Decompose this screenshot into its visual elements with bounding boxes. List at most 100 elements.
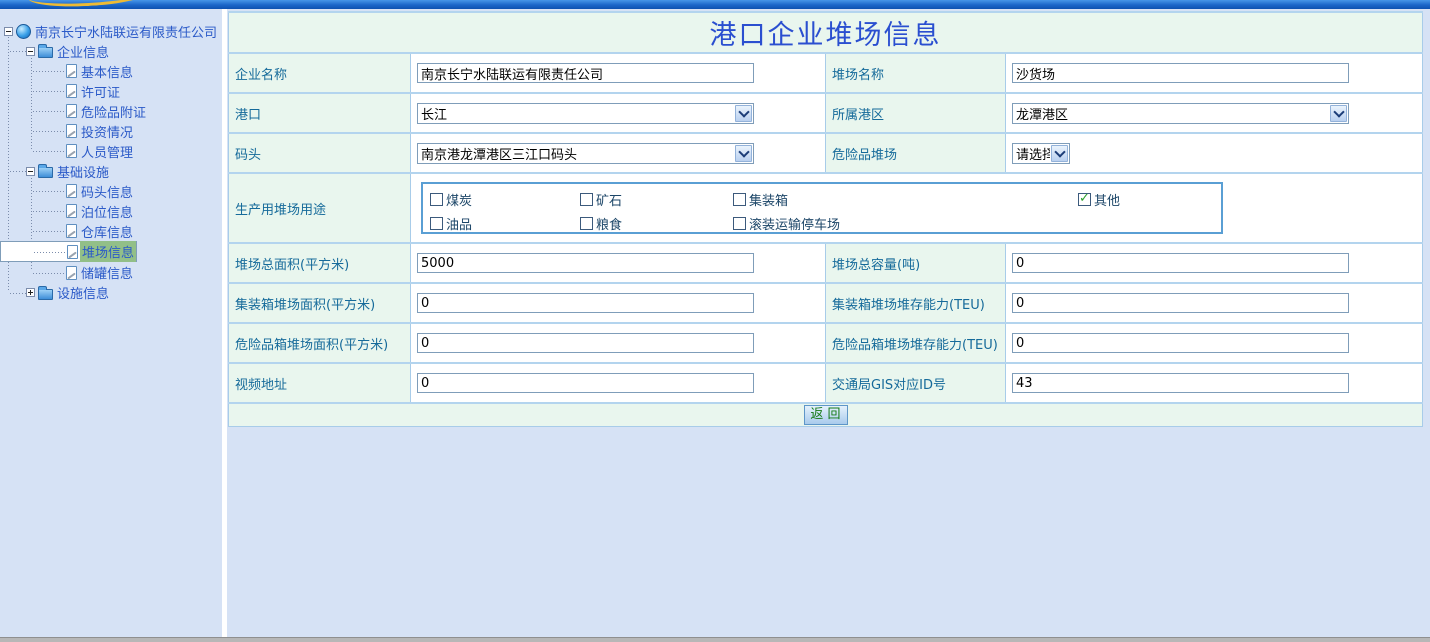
checkbox-label: 油品	[446, 214, 472, 233]
sidebar-item-enterprise-info[interactable]: 企业信息	[0, 41, 222, 61]
page-icon	[66, 266, 77, 280]
usage-option-roro-parking[interactable]: 滚装运输停车场	[733, 214, 840, 233]
checkbox-icon[interactable]	[733, 193, 746, 206]
tree-item-label: 码头信息	[79, 181, 135, 202]
page-icon	[66, 204, 77, 218]
sidebar-item-company-root[interactable]: 南京长宁水陆联运有限责任公司	[0, 21, 222, 41]
port-select[interactable]: 长江	[417, 103, 754, 124]
checkbox-icon[interactable]	[580, 193, 593, 206]
dangerous-area-field[interactable]	[417, 333, 754, 353]
main-content: 港口企业堆场信息 企业名称 堆场名称 港口 长江 所属港区 龙潭港区	[227, 9, 1430, 637]
expand-icon[interactable]	[26, 288, 35, 297]
checkbox-label: 矿石	[596, 190, 622, 209]
gis-id-field[interactable]	[1012, 373, 1349, 393]
yard-name-field[interactable]	[1012, 63, 1349, 83]
page-icon	[66, 224, 77, 238]
field-label: 堆场总容量(吨)	[826, 243, 1006, 283]
tree-item-label: 设施信息	[55, 282, 111, 303]
usage-option-oil[interactable]: 油品	[430, 214, 472, 233]
checkbox-icon[interactable]	[430, 193, 443, 206]
page-icon	[66, 104, 77, 118]
checkbox-label: 集装箱	[749, 190, 788, 209]
bottom-frame-edge	[0, 637, 1430, 642]
checkbox-label: 其他	[1094, 190, 1120, 209]
sidebar-item-warehouse-info[interactable]: 仓库信息	[0, 221, 222, 241]
top-banner	[0, 0, 1430, 9]
tree-item-label: 泊位信息	[79, 201, 135, 222]
checkbox-icon[interactable]	[580, 217, 593, 230]
page-icon	[66, 144, 77, 158]
chevron-down-icon[interactable]	[735, 145, 752, 162]
selected-value: 南京港龙潭港区三江口码头	[418, 144, 734, 163]
field-label: 集装箱堆场面积(平方米)	[229, 283, 411, 323]
chevron-down-icon[interactable]	[1330, 105, 1347, 122]
field-label: 所属港区	[826, 93, 1006, 133]
total-area-field[interactable]	[417, 253, 754, 273]
navigation-tree: 南京长宁水陆联运有限责任公司 企业信息 基本信息 许可证 危险品附证 投资情况 …	[0, 9, 222, 637]
sidebar-item-dock-info[interactable]: 码头信息	[0, 181, 222, 201]
tree-item-label: 仓库信息	[79, 221, 135, 242]
page-icon	[67, 245, 78, 259]
usage-option-other[interactable]: 其他	[1078, 190, 1120, 209]
tree-item-label: 基础设施	[55, 161, 111, 182]
field-label: 危险品箱堆场面积(平方米)	[229, 323, 411, 363]
total-capacity-field[interactable]	[1012, 253, 1349, 273]
collapse-icon[interactable]	[26, 167, 35, 176]
selected-value: 长江	[418, 104, 734, 123]
dangerous-yard-select[interactable]: 请选择	[1012, 143, 1070, 164]
tree-item-label: 企业信息	[55, 41, 111, 62]
tree-item-label: 投资情况	[79, 121, 135, 142]
tree-item-label: 南京长宁水陆联运有限责任公司	[33, 21, 219, 42]
checkbox-label: 滚装运输停车场	[749, 214, 840, 233]
chevron-down-icon[interactable]	[735, 105, 752, 122]
sidebar-item-infrastructure[interactable]: 基础设施	[0, 161, 222, 181]
dock-select[interactable]: 南京港龙潭港区三江口码头	[417, 143, 754, 164]
checkbox-icon[interactable]	[1078, 193, 1091, 206]
container-area-field[interactable]	[417, 293, 754, 313]
dangerous-capacity-field[interactable]	[1012, 333, 1349, 353]
usage-option-grain[interactable]: 粮食	[580, 214, 622, 233]
sidebar-item-berth-info[interactable]: 泊位信息	[0, 201, 222, 221]
field-label: 码头	[229, 133, 411, 173]
tree-item-label: 人员管理	[79, 141, 135, 162]
collapse-icon[interactable]	[4, 27, 13, 36]
tree-item-label: 基本信息	[79, 61, 135, 82]
page-icon	[66, 184, 77, 198]
field-label: 堆场总面积(平方米)	[229, 243, 411, 283]
sidebar-item-investment[interactable]: 投资情况	[0, 121, 222, 141]
port-area-select[interactable]: 龙潭港区	[1012, 103, 1349, 124]
folder-icon	[38, 47, 53, 58]
field-label: 企业名称	[229, 53, 411, 93]
sidebar-item-dangerous-goods-cert[interactable]: 危险品附证	[0, 101, 222, 121]
usage-option-container[interactable]: 集装箱	[733, 190, 788, 209]
checkbox-label: 煤炭	[446, 190, 472, 209]
sidebar-item-tank-info[interactable]: 储罐信息	[0, 263, 222, 283]
field-label: 交通局GIS对应ID号	[826, 363, 1006, 403]
back-button[interactable]: 返 回	[804, 405, 848, 425]
usage-option-coal[interactable]: 煤炭	[430, 190, 472, 209]
field-label: 生产用堆场用途	[229, 173, 411, 243]
sidebar-item-yard-info[interactable]: 堆场信息	[0, 241, 137, 262]
usage-option-ore[interactable]: 矿石	[580, 190, 622, 209]
video-url-field[interactable]	[417, 373, 754, 393]
chevron-down-icon[interactable]	[1051, 145, 1068, 162]
page-icon	[66, 84, 77, 98]
collapse-icon[interactable]	[26, 47, 35, 56]
banner-swoosh-icon	[28, 0, 149, 9]
usage-checkbox-group: 煤炭 矿石 集装箱 其他	[421, 182, 1223, 234]
field-label: 港口	[229, 93, 411, 133]
selected-value: 龙潭港区	[1013, 104, 1329, 123]
sidebar-item-facility-info[interactable]: 设施信息	[0, 283, 222, 303]
field-label: 堆场名称	[826, 53, 1006, 93]
sidebar-item-personnel[interactable]: 人员管理	[0, 141, 222, 161]
tree-item-label: 危险品附证	[79, 101, 148, 122]
enterprise-name-field[interactable]	[417, 63, 754, 83]
container-capacity-field[interactable]	[1012, 293, 1349, 313]
sidebar-item-license[interactable]: 许可证	[0, 81, 222, 101]
sidebar-item-basic-info[interactable]: 基本信息	[0, 61, 222, 81]
checkbox-icon[interactable]	[430, 217, 443, 230]
folder-icon	[38, 289, 53, 300]
field-label: 视频地址	[229, 363, 411, 403]
checkbox-icon[interactable]	[733, 217, 746, 230]
tree-item-label: 储罐信息	[79, 262, 135, 283]
